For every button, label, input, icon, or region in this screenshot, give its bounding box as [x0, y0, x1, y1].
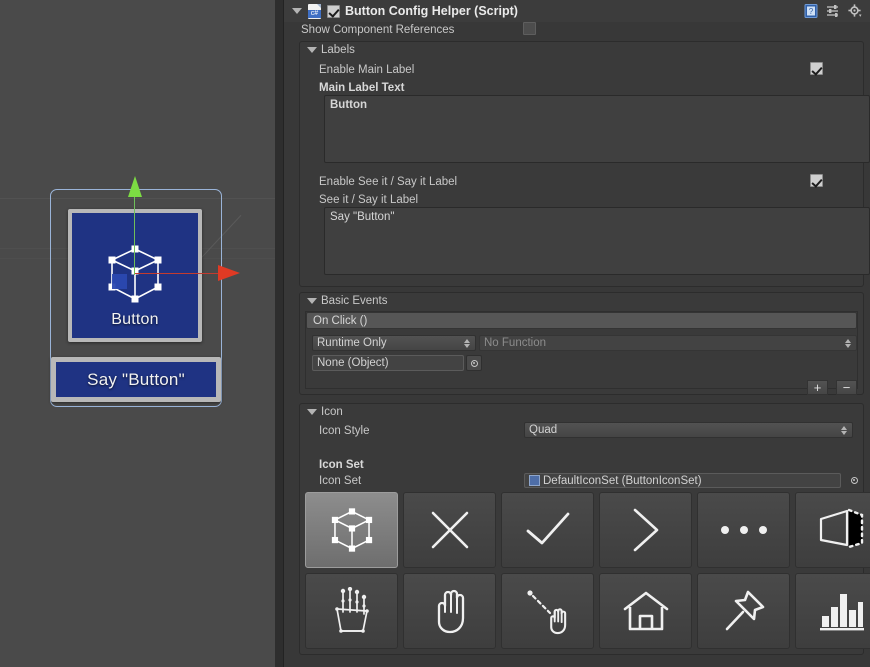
icon-style-row: Icon Style: [319, 423, 370, 439]
enable-see-it-say-it-row: Enable See it / Say it Label: [319, 174, 457, 190]
chevron-right-icon: [631, 507, 661, 553]
chevron-updown-icon: [844, 338, 852, 349]
function-dropdown[interactable]: No Function: [479, 335, 857, 351]
inspector-panel: Button Config Helper (Script) ?: [283, 0, 870, 667]
icon-button-close[interactable]: [403, 492, 496, 568]
icon-button-pin[interactable]: [697, 573, 790, 649]
chevron-updown-icon: [463, 338, 471, 349]
enable-main-label-checkbox[interactable]: [810, 62, 823, 75]
bar-chart-icon: [819, 589, 865, 633]
gizmo-y-axis-arrow[interactable]: [128, 176, 142, 197]
icon-button-checkmark[interactable]: [501, 492, 594, 568]
hand-skeleton-icon: [331, 587, 373, 635]
icon-button-hand-skeleton[interactable]: [305, 573, 398, 649]
on-click-header: On Click (): [306, 312, 857, 329]
icon-set-row: Icon Set: [319, 473, 361, 489]
icon-button-chevron-right[interactable]: [599, 492, 692, 568]
icon-button-open-hand[interactable]: [403, 573, 496, 649]
show-component-references-label: Show Component References: [301, 24, 454, 36]
see-it-say-it-title-row: See it / Say it Label: [319, 192, 418, 208]
icon-foldout-arrow[interactable]: [307, 409, 317, 415]
basic-events-section-header[interactable]: Basic Events: [307, 295, 387, 307]
gizmo-x-axis-arrow[interactable]: [218, 265, 240, 281]
call-state-value: Runtime Only: [317, 337, 463, 349]
enable-main-label-label: Enable Main Label: [319, 64, 414, 76]
csharp-script-icon: [308, 4, 321, 19]
preset-icon[interactable]: [826, 4, 840, 18]
function-value: No Function: [484, 337, 844, 349]
icon-set-label: Icon Set: [319, 475, 361, 487]
component-foldout-arrow[interactable]: [292, 8, 302, 14]
gizmo-x-axis[interactable]: [135, 273, 225, 274]
labels-section-header[interactable]: Labels: [307, 44, 355, 56]
main-label-text-title-row: Main Label Text: [319, 80, 404, 96]
enable-see-it-say-it-checkbox[interactable]: [810, 174, 823, 187]
icon-style-label: Icon Style: [319, 425, 370, 437]
component-header-icons: ?: [804, 4, 870, 18]
call-state-dropdown[interactable]: Runtime Only: [312, 335, 476, 351]
icon-button-bar-chart[interactable]: [795, 573, 870, 649]
main-label-text-field[interactable]: Button: [324, 95, 870, 163]
remove-event-button[interactable]: −: [836, 380, 857, 395]
component-title: Button Config Helper (Script): [345, 4, 518, 18]
see-it-say-it-plate-label: Say "Button": [56, 370, 216, 390]
icon-set-picker-button[interactable]: [846, 472, 862, 488]
icon-set-heading: Icon Set: [319, 459, 364, 471]
pin-icon: [721, 588, 767, 634]
close-x-icon: [428, 508, 472, 552]
panel-flip-icon: [817, 507, 867, 553]
component-enabled-checkbox[interactable]: [327, 5, 340, 18]
button-plate-label: Button: [72, 311, 198, 329]
add-event-button[interactable]: +: [807, 380, 828, 395]
object-reference-value: None (Object): [317, 357, 389, 369]
hand-ray-icon: [524, 587, 572, 635]
icon-set-heading-row: Icon Set: [319, 457, 364, 473]
icon-set-value: DefaultIconSet (ButtonIconSet): [543, 475, 702, 487]
help-icon[interactable]: ?: [804, 4, 818, 18]
object-reference-field[interactable]: None (Object): [312, 355, 464, 371]
icon-style-dropdown[interactable]: Quad: [524, 422, 853, 438]
main-label-text-title: Main Label Text: [319, 82, 404, 94]
checkmark-icon: [525, 510, 571, 550]
enable-main-label-row: Enable Main Label: [319, 62, 414, 78]
basic-events-section-title: Basic Events: [321, 295, 387, 307]
target-circle-icon: [851, 477, 858, 484]
object-picker-button[interactable]: [466, 355, 482, 371]
component-header[interactable]: Button Config Helper (Script) ?: [284, 0, 870, 22]
labels-foldout-arrow[interactable]: [307, 47, 317, 53]
icon-style-value: Quad: [529, 424, 840, 436]
open-hand-icon: [430, 587, 470, 635]
icon-button-ellipsis[interactable]: [697, 492, 790, 568]
bounding-box-icon: [328, 506, 376, 554]
labels-section-title: Labels: [321, 44, 355, 56]
icon-set-field[interactable]: DefaultIconSet (ButtonIconSet): [524, 473, 841, 488]
gizmo-y-axis[interactable]: [134, 185, 135, 275]
icon-set-grid: [305, 492, 870, 649]
ellipsis-icon: [718, 523, 770, 537]
enable-see-it-say-it-label: Enable See it / Say it Label: [319, 176, 457, 188]
icon-section-header[interactable]: Icon: [307, 406, 343, 418]
see-it-say-it-plate[interactable]: Say "Button": [51, 357, 221, 402]
svg-text:?: ?: [809, 7, 814, 16]
chevron-updown-icon: [840, 425, 848, 436]
panel-divider: [283, 0, 284, 667]
settings-gear-icon[interactable]: [848, 4, 862, 18]
home-icon: [622, 590, 670, 632]
scene-view[interactable]: Button Say "Button": [0, 0, 283, 667]
icon-button-home[interactable]: [599, 573, 692, 649]
inspector-scrollbar-track[interactable]: [275, 0, 283, 667]
scriptable-object-icon: [529, 475, 540, 486]
show-component-references-row: Show Component References: [301, 21, 454, 39]
scene-object-group[interactable]: Button Say "Button": [46, 185, 226, 410]
icon-button-panel-flip[interactable]: [795, 492, 870, 568]
see-it-say-it-text-field[interactable]: Say "Button": [324, 207, 870, 275]
icon-button-bounding-box[interactable]: [305, 492, 398, 568]
icon-section-title: Icon: [321, 406, 343, 418]
basic-events-foldout-arrow[interactable]: [307, 298, 317, 304]
target-circle-icon: [471, 360, 478, 367]
icon-button-hand-ray[interactable]: [501, 573, 594, 649]
show-component-references-checkbox[interactable]: [523, 22, 536, 35]
see-it-say-it-label-title: See it / Say it Label: [319, 194, 418, 206]
